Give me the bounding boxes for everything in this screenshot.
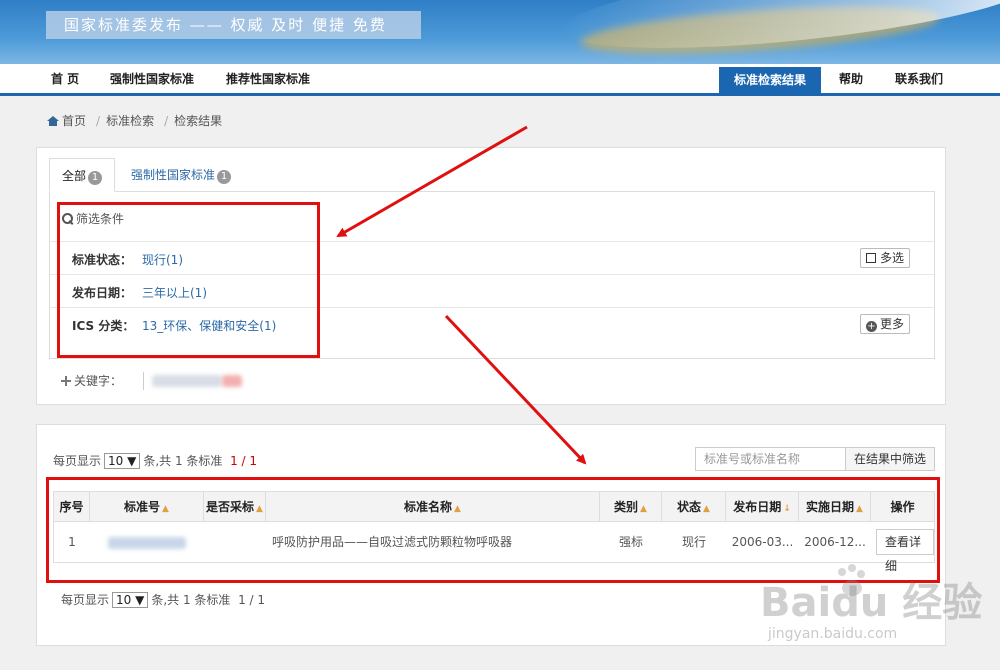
watermark-url: jingyan.baidu.com <box>768 626 898 642</box>
arrow-to-table <box>444 314 587 465</box>
tab-all-count: 1 <box>88 171 103 185</box>
tab-all-label: 全部 <box>62 169 87 183</box>
arrow-to-filters <box>336 125 528 238</box>
tab-all[interactable]: 全部 1 <box>49 158 115 192</box>
watermark-brand: Baidu 经验 <box>760 580 983 626</box>
